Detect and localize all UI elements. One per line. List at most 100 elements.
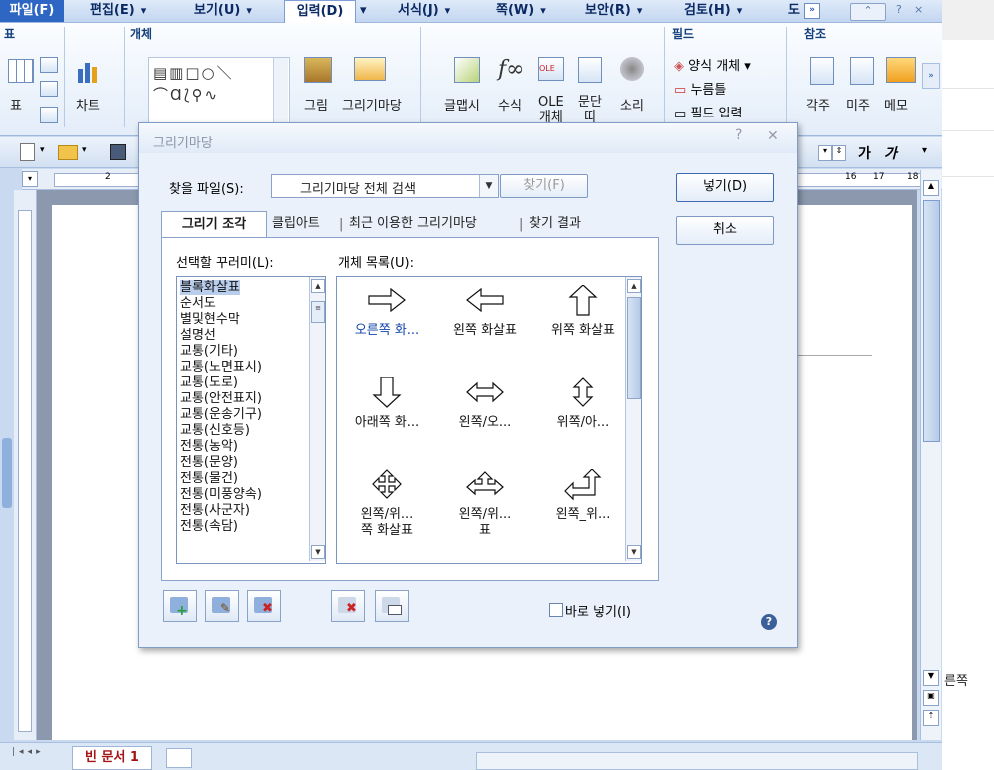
toolbar-more-icon[interactable]: ▾	[922, 145, 927, 156]
add-item-icon[interactable]: +	[163, 590, 197, 622]
insert-button[interactable]: 넣기(D)	[676, 173, 774, 202]
shape-gallery-row1[interactable]: ▤▥□○＼	[153, 62, 234, 83]
object-item[interactable]: 왼쪽/위... 쪽 화살표	[339, 463, 435, 547]
chart-icon[interactable]	[76, 59, 102, 83]
chart-button[interactable]: 차트	[76, 95, 100, 114]
direct-insert-checkbox[interactable]	[549, 603, 563, 617]
italic-button[interactable]: 가	[884, 143, 897, 163]
vertical-ruler[interactable]	[14, 190, 37, 740]
picture-icon[interactable]	[304, 57, 332, 83]
memo-button[interactable]: 메모	[884, 95, 908, 114]
new-dropdown-icon[interactable]: ▾	[40, 145, 45, 155]
scroll-thumb[interactable]	[627, 297, 641, 399]
vertical-scrollbar[interactable]: ▲ ▼ ▣ ⇡	[920, 170, 941, 740]
menu-security[interactable]: 보안(R) ▾	[585, 0, 642, 22]
scroll-thumb[interactable]	[923, 200, 940, 442]
table-button[interactable]: 표	[10, 95, 22, 114]
font-size-stepper[interactable]: ⇕	[832, 145, 846, 161]
menu-format[interactable]: 서식(J) ▾	[398, 0, 450, 22]
glyph-icon[interactable]	[454, 57, 480, 83]
menu-input-dropdown[interactable]: ▾	[360, 0, 367, 22]
scroll-thumb[interactable]: ≡	[311, 301, 325, 323]
table-style-icon[interactable]	[40, 107, 58, 123]
scroll-down-button[interactable]: ▼	[311, 545, 325, 559]
sound-icon[interactable]	[620, 57, 644, 81]
menu-edit[interactable]: 편집(E) ▾	[90, 0, 146, 22]
ribbon-more-icon[interactable]: »	[922, 63, 940, 89]
new-document-icon[interactable]	[20, 143, 35, 161]
help-icon[interactable]: ?	[896, 3, 902, 19]
form-object-button[interactable]: ◈ 양식 개체 ▾	[674, 55, 751, 74]
cancel-button[interactable]: 취소	[676, 216, 774, 245]
package-list-item[interactable]: 전통(문양)	[180, 455, 238, 470]
gallery-button[interactable]: 그리기마당	[342, 95, 402, 114]
dialog-help-button[interactable]: ?	[761, 614, 777, 630]
object-item[interactable]: 오른쪽 화...	[339, 279, 435, 363]
scroll-down-button[interactable]: ▼	[923, 670, 939, 686]
remove-package-icon[interactable]: ✖	[331, 590, 365, 622]
menu-review[interactable]: 검토(H) ▾	[684, 0, 742, 22]
side-panel-handle[interactable]	[2, 438, 12, 508]
search-button[interactable]: 찾기(F)	[500, 174, 588, 198]
object-grid[interactable]: 오른쪽 화... 왼쪽 화살표 위쪽 화살표 아래쪽 화... 왼쪽/오... 위쪽/아.…	[336, 276, 642, 564]
package-list-item[interactable]: 교통(운송기구)	[180, 407, 262, 422]
save-icon[interactable]	[110, 144, 126, 160]
gallery-icon[interactable]	[354, 57, 386, 81]
edit-item-icon[interactable]: ✎	[205, 590, 239, 622]
table-icon[interactable]	[8, 59, 34, 83]
shape-gallery-row2[interactable]: ⌒Ɑ⟅⚲∿	[153, 84, 219, 105]
close-icon[interactable]: ×	[914, 3, 923, 19]
scroll-up-button[interactable]: ▲	[311, 279, 325, 293]
endnote-button[interactable]: 미주	[846, 95, 870, 114]
endnote-icon[interactable]	[850, 57, 874, 85]
menu-file[interactable]: 파일(F)	[0, 0, 64, 22]
tab-search-results[interactable]: 찾기 결과	[529, 211, 581, 237]
menu-view[interactable]: 보기(U) ▾	[194, 0, 252, 22]
package-list-scrollbar[interactable]: ▲ ≡ ▼	[309, 277, 325, 561]
package-list-item[interactable]: 교통(기타)	[180, 344, 238, 359]
page-view-button[interactable]: ▣	[923, 690, 939, 706]
package-list-item[interactable]: 교통(노면표시)	[180, 360, 262, 375]
package-list-item[interactable]: 전통(미풍양속)	[180, 487, 262, 502]
scroll-down-button[interactable]: ▼	[627, 545, 641, 559]
package-list-item[interactable]: 설명선	[180, 328, 216, 343]
object-item[interactable]: 위쪽 화살표	[535, 279, 631, 363]
menu-overflow-icon[interactable]: »	[804, 3, 820, 19]
package-list-item[interactable]: 별및현수막	[180, 312, 240, 327]
tab-clipart[interactable]: 클립아트	[272, 211, 320, 237]
field-input-button[interactable]: ▭ 필드 입력	[674, 103, 742, 117]
menu-input[interactable]: 입력(D)	[284, 0, 356, 24]
object-item[interactable]: 왼쪽/오...	[437, 371, 533, 455]
package-properties-icon[interactable]	[375, 590, 409, 622]
dialog-title-bar[interactable]: 그리기마당 ? ✕	[139, 123, 797, 153]
open-dropdown-icon[interactable]: ▾	[82, 145, 87, 155]
tab-nav-buttons[interactable]: |◂◂▸	[12, 747, 45, 757]
package-list-item[interactable]: 전통(농악)	[180, 439, 238, 454]
object-item[interactable]: 왼쪽 화살표	[437, 279, 533, 363]
object-item[interactable]: 왼쪽_위...	[535, 463, 631, 547]
delete-item-icon[interactable]: ✖	[247, 590, 281, 622]
bold-button[interactable]: 가	[858, 143, 871, 163]
footnote-icon[interactable]	[810, 57, 834, 85]
find-file-select[interactable]: 그리기마당 전체 검색 ▼	[271, 174, 499, 198]
package-list[interactable]: 블록화살표 순서도 별및현수막 설명선 교통(기타) 교통(노면표시) 교통(도로) 교통(안…	[176, 276, 326, 564]
dialog-close-icon[interactable]: ✕	[767, 128, 779, 144]
paragraph-band-button[interactable]: 문단 띠	[578, 95, 602, 125]
ruler-toggle[interactable]: ▾	[22, 171, 38, 187]
table-edit-icon[interactable]	[40, 57, 58, 73]
scroll-up-button[interactable]: ▲	[627, 279, 641, 293]
dialog-help-icon[interactable]: ?	[735, 127, 742, 143]
open-folder-icon[interactable]	[58, 145, 78, 160]
sound-button[interactable]: 소리	[620, 95, 644, 114]
prev-page-button[interactable]: ⇡	[923, 710, 939, 726]
memo-icon[interactable]	[886, 57, 916, 83]
package-list-item[interactable]: 교통(안전표지)	[180, 391, 262, 406]
package-list-item[interactable]: 블록화살표	[180, 280, 240, 295]
tab-recent[interactable]: 최근 이용한 그리기마당	[349, 211, 477, 237]
ole-button[interactable]: OLE 개체	[538, 95, 564, 125]
package-list-item[interactable]: 전통(물건)	[180, 471, 238, 486]
paragraph-band-icon[interactable]	[578, 57, 602, 83]
picture-button[interactable]: 그림	[304, 95, 328, 114]
glyph-button[interactable]: 글맵시	[444, 95, 480, 114]
chevron-down-icon[interactable]: ▼	[479, 175, 498, 197]
